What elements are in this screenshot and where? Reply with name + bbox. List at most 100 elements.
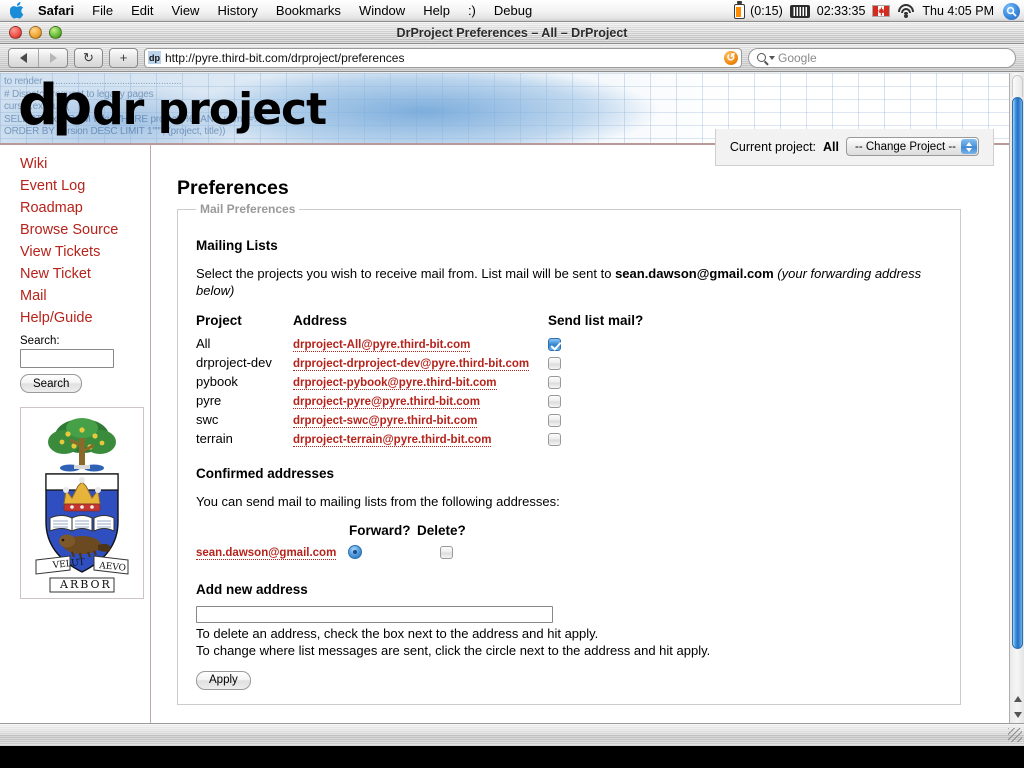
- spotlight-icon[interactable]: [1003, 2, 1020, 20]
- send-list-mail-checkbox[interactable]: [548, 395, 561, 409]
- menu-bookmarks[interactable]: Bookmarks: [267, 2, 350, 20]
- mailing-lists-table: Project Address Send list mail? All drpr…: [196, 313, 643, 448]
- sidebar-item-new-ticket[interactable]: New Ticket: [20, 263, 151, 285]
- apple-icon[interactable]: [9, 2, 25, 20]
- chevron-down-icon: [769, 55, 775, 60]
- address-bar[interactable]: dp http://pyre.third-bit.com/drproject/p…: [144, 47, 742, 68]
- vertical-scrollbar[interactable]: [1009, 73, 1024, 723]
- confirmed-addresses-table: Forward? Delete? sean.dawson@gmail.com: [196, 522, 467, 560]
- nav-buttons-group: [8, 47, 68, 68]
- scrollbar-track-top[interactable]: [1012, 75, 1023, 97]
- sidebar-item-view-tickets[interactable]: View Tickets: [20, 241, 151, 263]
- menu-bar-status-items: (0:15) 02:33:35 Thu 4:05 PM: [734, 0, 1020, 22]
- add-new-address-heading: Add new address: [196, 581, 308, 597]
- menu-help[interactable]: Help: [414, 2, 459, 20]
- menu-history[interactable]: History: [208, 2, 266, 20]
- cell-address-link[interactable]: drproject-pybook@pyre.third-bit.com: [293, 377, 497, 391]
- window-titlebar[interactable]: DrProject Preferences – All – DrProject: [0, 22, 1024, 44]
- mail-preferences-legend: Mail Preferences: [200, 202, 296, 216]
- sidebar-item-roadmap[interactable]: Roadmap: [20, 197, 151, 219]
- intro-email: sean.dawson@gmail.com: [615, 266, 774, 281]
- delete-note: To delete an address, check the box next…: [196, 625, 599, 641]
- mailing-lists-heading: Mailing Lists: [196, 238, 278, 253]
- send-list-mail-checkbox[interactable]: [548, 357, 561, 371]
- sidebar-search-button[interactable]: Search: [20, 374, 83, 393]
- forward-button[interactable]: [38, 48, 67, 67]
- scroll-down-icon[interactable]: [1013, 712, 1022, 718]
- site-favicon-icon: dp: [148, 51, 161, 64]
- scrollbar-thumb[interactable]: [1012, 97, 1023, 649]
- canada-flag-icon[interactable]: [872, 5, 891, 17]
- crest-motto-bottom: ARBOR: [59, 578, 112, 591]
- search-input[interactable]: Google: [748, 47, 1016, 68]
- send-list-mail-checkbox[interactable]: [548, 414, 561, 428]
- menu-file[interactable]: File: [83, 2, 122, 20]
- forward-arrow-icon: [49, 52, 57, 63]
- address-bar-url: http://pyre.third-bit.com/drproject/pref…: [165, 50, 405, 65]
- cell-project: swc: [196, 412, 219, 428]
- crest-motto-right: AEVO: [98, 561, 127, 574]
- col-header-send-list-mail: Send list mail?: [548, 313, 644, 328]
- display-time-label: 02:33:35: [816, 4, 866, 18]
- menu-safari[interactable]: Safari: [29, 2, 83, 20]
- cell-project: terrain: [196, 431, 233, 447]
- delete-checkbox[interactable]: [440, 545, 453, 559]
- sidebar-item-mail[interactable]: Mail: [20, 285, 151, 307]
- site-logo[interactable]: dp dr project: [18, 75, 327, 141]
- back-button[interactable]: [9, 49, 38, 67]
- send-list-mail-checkbox[interactable]: [548, 338, 561, 352]
- sidebar-item-browse-source[interactable]: Browse Source: [20, 219, 151, 241]
- reload-button[interactable]: ↻: [74, 47, 103, 68]
- table-row: terrain drproject-terrain@pyre.third-bit…: [196, 429, 643, 448]
- rss-icon[interactable]: ↺: [724, 50, 738, 65]
- cell-project: drproject-dev: [196, 355, 272, 371]
- confirmed-addresses-text: You can send mail to mailing lists from …: [196, 494, 560, 510]
- cell-project: All: [196, 336, 211, 352]
- scrollbar-arrows[interactable]: [1010, 691, 1024, 723]
- forward-radio[interactable]: [348, 544, 362, 559]
- resize-grip-icon[interactable]: [1008, 728, 1022, 742]
- window-status-bar: [0, 723, 1024, 746]
- university-crest-image: VELUT AEVO ARBOR: [20, 407, 144, 599]
- col-header-project: Project: [196, 313, 242, 328]
- menu-bar-clock[interactable]: Thu 4:05 PM: [922, 4, 994, 18]
- chevron-updown-icon: [961, 139, 977, 154]
- col-header-forward: Forward?: [349, 523, 411, 539]
- new-address-input[interactable]: [196, 605, 553, 623]
- scroll-up-icon[interactable]: [1013, 696, 1022, 702]
- display-icon[interactable]: [789, 4, 810, 18]
- sidebar-item-help-guide[interactable]: Help/Guide: [20, 307, 151, 329]
- cell-address-link[interactable]: drproject-terrain@pyre.third-bit.com: [293, 434, 492, 448]
- sidebar-search-input[interactable]: [20, 349, 114, 368]
- apply-button[interactable]: Apply: [196, 670, 251, 690]
- window-title: DrProject Preferences – All – DrProject: [396, 25, 628, 40]
- sidebar-item-event-log[interactable]: Event Log: [20, 175, 151, 197]
- menu-window[interactable]: Window: [350, 2, 414, 20]
- wifi-icon[interactable]: [897, 4, 915, 18]
- menu-debug[interactable]: Debug: [485, 2, 541, 20]
- sidebar: Wiki Event Log Roadmap Browse Source Vie…: [0, 145, 152, 645]
- cell-address-link[interactable]: drproject-swc@pyre.third-bit.com: [293, 415, 478, 429]
- send-list-mail-checkbox[interactable]: [548, 433, 561, 447]
- intro-prefix: Select the projects you wish to receive …: [196, 266, 616, 281]
- menu-edit[interactable]: Edit: [122, 2, 162, 20]
- mail-preferences-fieldset: Mail Preferences Mailing Lists Select th…: [177, 202, 961, 705]
- confirmed-row: sean.dawson@gmail.com: [196, 542, 467, 560]
- change-project-select[interactable]: -- Change Project --: [846, 137, 979, 156]
- menu-view[interactable]: View: [163, 2, 209, 20]
- cell-project: pyre: [196, 393, 222, 409]
- send-list-mail-checkbox[interactable]: [548, 376, 561, 390]
- sidebar-search-label: Search:: [20, 335, 60, 347]
- current-project-label: Current project:: [729, 139, 817, 154]
- menu-smiley[interactable]: :): [459, 2, 485, 20]
- col-header-address: Address: [293, 313, 348, 328]
- sidebar-item-wiki[interactable]: Wiki: [20, 153, 151, 175]
- confirmed-address-link[interactable]: sean.dawson@gmail.com: [196, 546, 337, 560]
- cell-address-link[interactable]: drproject-All@pyre.third-bit.com: [293, 339, 471, 353]
- battery-icon[interactable]: [734, 1, 746, 19]
- add-bookmark-button[interactable]: +: [109, 47, 138, 68]
- plus-icon: +: [119, 50, 128, 65]
- safari-window: DrProject Preferences – All – DrProject …: [0, 22, 1024, 746]
- cell-address-link[interactable]: drproject-drproject-dev@pyre.third-bit.c…: [293, 358, 530, 372]
- cell-address-link[interactable]: drproject-pyre@pyre.third-bit.com: [293, 396, 480, 410]
